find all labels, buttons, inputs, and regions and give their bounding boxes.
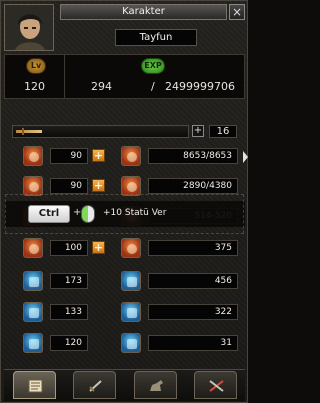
expand-arrow-icon[interactable] [243, 151, 248, 163]
exp-badge: EXP [141, 58, 165, 74]
cast-speed-icon [23, 333, 43, 353]
stat-cast-speed-value: 120 [50, 335, 88, 351]
move-speed-icon [23, 302, 43, 322]
level-exp-strip: Lv EXP 120 294 / 2499999706 [4, 54, 245, 99]
exp-current: 294 [91, 80, 112, 93]
horse-icon [150, 380, 163, 391]
tab-skills[interactable] [73, 371, 116, 399]
stat-attack-speed-value: 173 [50, 273, 88, 289]
sword-tab-icon [89, 380, 102, 392]
ctrl-key-icon: Ctrl [28, 205, 70, 223]
exp-separator: / [151, 80, 155, 93]
add-strength-button[interactable]: + [92, 149, 105, 162]
tab-quests[interactable] [194, 371, 237, 399]
window-title: Karakter [60, 4, 227, 20]
stat-move-speed-value: 133 [50, 304, 88, 320]
hp-heart-icon [121, 146, 141, 166]
close-button[interactable]: × [229, 4, 245, 20]
available-points: 16 [209, 125, 237, 138]
scroll-icon [28, 379, 43, 393]
magic-attack-icon [121, 271, 141, 291]
stat-defense-value: 375 [148, 240, 238, 256]
stat-health-value: 90 [50, 178, 88, 194]
tooltip-text: +10 Statü Ver [103, 208, 167, 218]
character-portrait [4, 4, 54, 51]
add-point-button[interactable]: + [192, 125, 204, 137]
divider [64, 55, 65, 98]
defense-shield-icon [121, 238, 141, 258]
stat-magic-attack-value: 456 [148, 273, 238, 289]
stat-evasion-value: 31 [148, 335, 238, 351]
level-value: 120 [24, 80, 45, 93]
weapon-bar [12, 125, 189, 138]
add-intelligence-button[interactable]: + [92, 241, 105, 254]
add-health-button[interactable]: + [92, 179, 105, 192]
tab-character[interactable] [13, 371, 56, 399]
stat-strength-value: 90 [50, 148, 88, 164]
mp-orb-icon [121, 176, 141, 196]
stat-magic-defense-value: 322 [148, 304, 238, 320]
crossed-swords-icon [209, 380, 224, 392]
close-icon: × [231, 5, 243, 19]
evasion-icon [121, 333, 141, 353]
exp-max: 2499999706 [165, 80, 235, 93]
character-name: Tayfun [115, 29, 197, 46]
magic-defense-icon [121, 302, 141, 322]
tab-emotes[interactable] [134, 371, 177, 399]
intelligence-icon [23, 238, 43, 258]
strength-icon [23, 146, 43, 166]
stat-hp-value: 8653/8653 [148, 148, 238, 164]
stat-intelligence-value: 100 [50, 240, 88, 256]
attack-speed-icon [23, 271, 43, 291]
level-badge: Lv [26, 58, 46, 74]
sword-icon [16, 128, 42, 135]
character-window: Karakter × Tayfun Lv EXP 120 294 / 24999… [0, 0, 248, 403]
stat-mp-value: 2890/4380 [148, 178, 238, 194]
mouse-left-click-icon [81, 205, 95, 223]
health-stat-icon [23, 176, 43, 196]
